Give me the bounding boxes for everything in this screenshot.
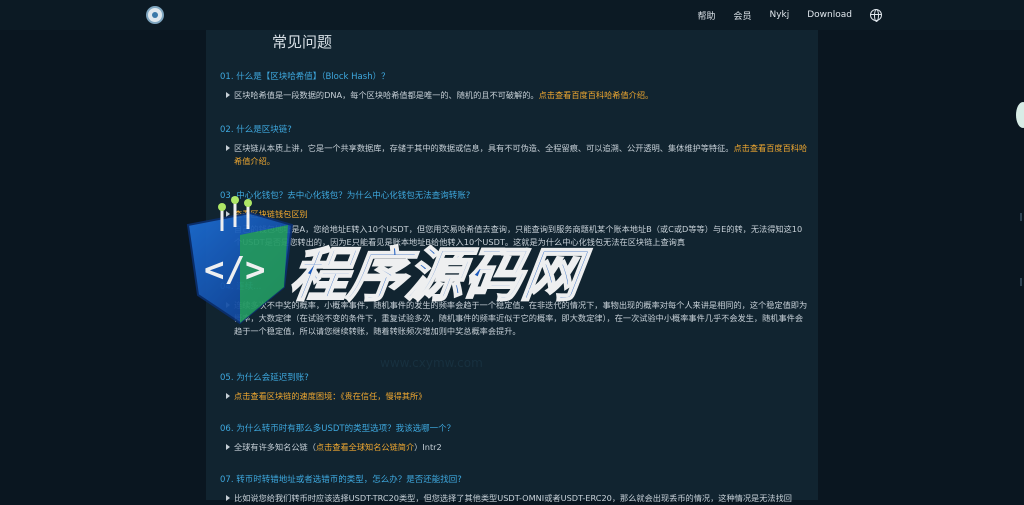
nav-menu: 帮助 会员 Nykj Download bbox=[697, 0, 882, 30]
top-navbar: 帮助 会员 Nykj Download bbox=[0, 0, 1024, 30]
answer-text: 比如说您给我们转币时应该选择USDT-TRC20类型，但您选择了其他类型USDT… bbox=[234, 493, 792, 503]
nav-download[interactable]: Download bbox=[807, 10, 852, 20]
watermark-logo: </> 程序源码网 www.cxymw.com bbox=[186, 196, 594, 370]
answer-tail: ）Intr2 bbox=[414, 442, 442, 452]
svg-text:</>: </> bbox=[204, 250, 265, 290]
faq-answer: 全球有许多知名公链（点击查看全球知名公链简介）Intr2 bbox=[220, 441, 810, 454]
faq-item-06: 06. 为什么转币时有那么多USDT的类型选项？我该选哪一个？ 全球有许多知名公… bbox=[220, 423, 810, 454]
faq-answer: 比如说您给我们转币时应该选择USDT-TRC20类型，但您选择了其他类型USDT… bbox=[220, 492, 810, 505]
nav-nykj[interactable]: Nykj bbox=[769, 10, 789, 20]
watermark-url: www.cxymw.com bbox=[380, 356, 483, 370]
arrow-right-icon bbox=[226, 145, 230, 151]
nav-member[interactable]: 会员 bbox=[733, 9, 751, 22]
globe-icon[interactable] bbox=[870, 9, 882, 22]
side-float-button[interactable] bbox=[1016, 102, 1024, 128]
faq-answer: 区块链从本质上讲，它是一个共享数据库，存储于其中的数据或信息，具有不可伪造、全程… bbox=[220, 142, 810, 168]
faq-item-07: 07. 转币时转错地址或者选错币的类型，怎么办？是否还能找回? 比如说您给我们转… bbox=[220, 474, 810, 505]
logo-icon[interactable] bbox=[146, 6, 164, 24]
arrow-right-icon bbox=[226, 444, 230, 450]
arrow-right-icon bbox=[226, 495, 230, 501]
faq-item-01: 01. 什么是【区块哈希值】（Block Hash）？ 区块哈希值是一段数据的D… bbox=[220, 71, 810, 102]
faq-question[interactable]: 02. 什么是区块链? bbox=[220, 124, 810, 136]
scroll-marker bbox=[1020, 278, 1022, 286]
answer-text: 区块链从本质上讲，它是一个共享数据库，存储于其中的数据或信息，具有不可伪造、全程… bbox=[234, 143, 734, 153]
answer-link[interactable]: 点击查看百度百科哈希值介绍。 bbox=[539, 90, 654, 100]
scroll-marker bbox=[1020, 213, 1022, 221]
arrow-right-icon bbox=[226, 92, 230, 98]
answer-text: 全球有许多知名公链（ bbox=[234, 442, 316, 452]
watermark-text: 程序源码网 bbox=[286, 241, 593, 309]
nav-help[interactable]: 帮助 bbox=[697, 9, 715, 22]
faq-question[interactable]: 01. 什么是【区块哈希值】（Block Hash）？ bbox=[220, 71, 810, 83]
faq-question[interactable]: 06. 为什么转币时有那么多USDT的类型选项？我该选哪一个？ bbox=[220, 423, 810, 435]
answer-text: 区块哈希值是一段数据的DNA，每个区块哈希值都是唯一的、随机的且不可破解的。 bbox=[234, 90, 539, 100]
faq-item-02: 02. 什么是区块链? 区块链从本质上讲，它是一个共享数据库，存储于其中的数据或… bbox=[220, 124, 810, 168]
faq-answer: 区块哈希值是一段数据的DNA，每个区块哈希值都是唯一的、随机的且不可破解的。点击… bbox=[220, 89, 810, 102]
page-title: 常见问题 bbox=[272, 33, 333, 51]
faq-question[interactable]: 07. 转币时转错地址或者选错币的类型，怎么办？是否还能找回? bbox=[220, 474, 810, 486]
answer-link[interactable]: 点击查看全球知名公链简介 bbox=[316, 442, 414, 452]
shield-icon: </> bbox=[186, 196, 294, 325]
